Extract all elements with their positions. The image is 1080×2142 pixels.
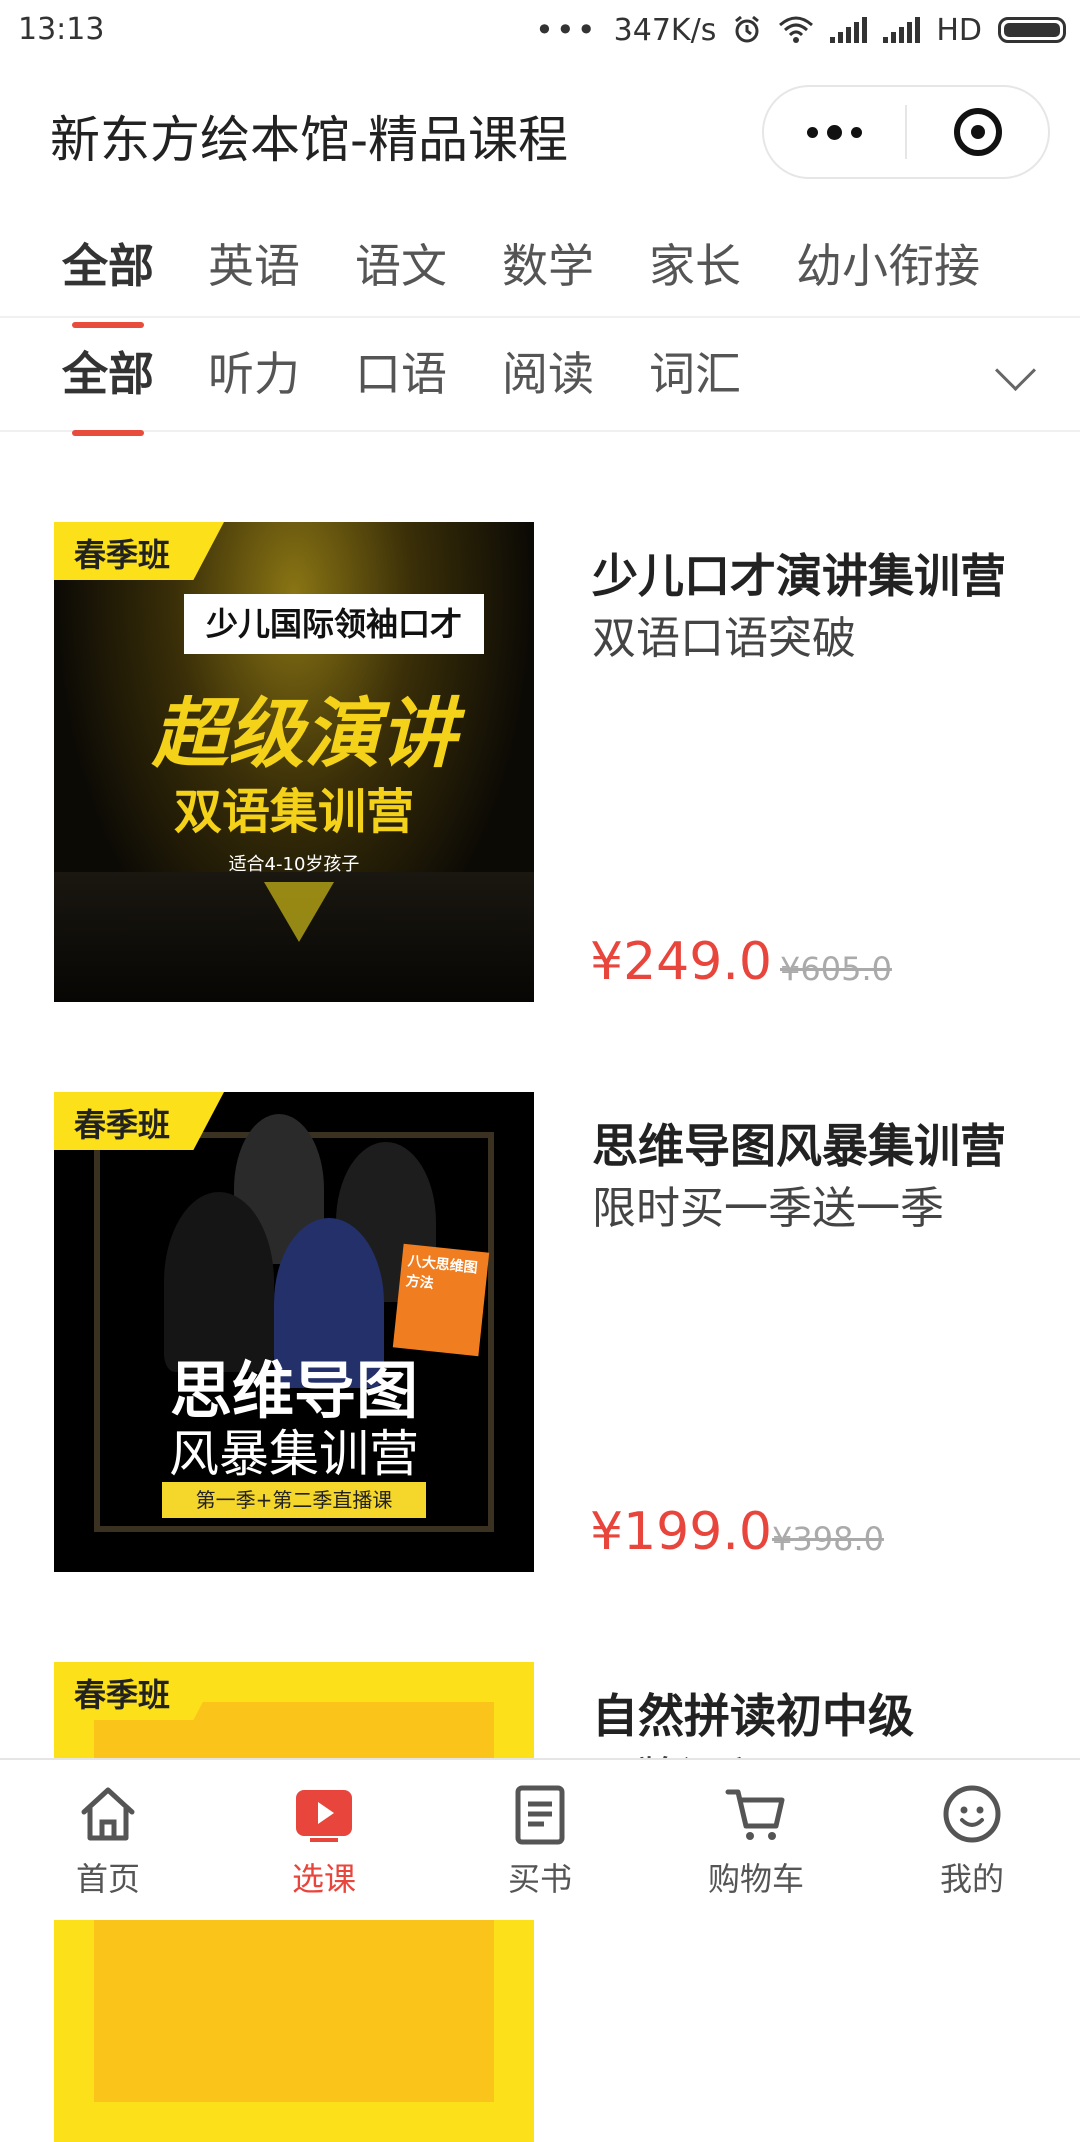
battery-icon — [998, 17, 1066, 43]
nav-home[interactable]: 首页 — [0, 1760, 216, 1920]
thumb-strip: 第一季+第二季直播课 — [162, 1482, 426, 1518]
bottom-tab-bar: 首页 选课 买书 购物车 我的 — [0, 1758, 1080, 1920]
thumb-strip-text: 第一季+第二季直播课 — [195, 1488, 393, 1512]
wifi-icon — [779, 16, 814, 43]
mini-program-header: 新东方绘本馆-精品课程 — [0, 62, 1080, 202]
subtab-reading[interactable]: 阅读 — [502, 338, 594, 404]
status-icons: ••• 347K/s HD — [535, 10, 1066, 50]
original-price: ¥605.0 — [780, 950, 892, 988]
chevron-down-icon[interactable] — [994, 349, 1037, 392]
season-badge: 春季班 — [54, 522, 224, 580]
book-icon — [515, 1785, 565, 1845]
tab-label: 词汇 — [649, 347, 741, 401]
tab-label: 幼小衔接 — [796, 239, 980, 293]
page-title: 新东方绘本馆-精品课程 — [50, 111, 569, 169]
thumb-subhead: 双语集训营 — [173, 784, 414, 840]
primary-category-tabs: 全部 英语 语文 数学 家长 幼小衔接 — [0, 210, 1080, 328]
course-title: 少儿口才演讲集训营 — [592, 549, 1006, 603]
tab-english[interactable]: 英语 — [208, 230, 300, 296]
nav-cart[interactable]: 购物车 — [648, 1760, 864, 1920]
tab-label: 数学 — [502, 239, 594, 293]
course-thumbnail: 八大思维图方法 思维导图 风暴集训营 第一季+第二季直播课 春季班 — [54, 1092, 534, 1572]
original-price: ¥398.0 — [772, 1520, 884, 1558]
status-bar: 13:13 ••• 347K/s HD — [0, 0, 1080, 62]
close-button[interactable] — [907, 87, 1048, 177]
badge-label: 春季班 — [74, 1106, 171, 1144]
target-icon — [953, 108, 1002, 156]
course-subtitle: 限时买一季送一季 — [592, 1183, 944, 1234]
tab-kindergarten-transition[interactable]: 幼小衔接 — [796, 230, 980, 296]
course-title: 思维导图风暴集训营 — [592, 1119, 1006, 1173]
triangle-graphic — [264, 882, 334, 942]
signal-icon — [830, 17, 868, 43]
hd-label: HD — [936, 12, 982, 48]
subtab-vocabulary[interactable]: 词汇 — [649, 338, 741, 404]
play-icon — [296, 1790, 352, 1842]
status-dots: ••• — [535, 11, 598, 49]
active-tab-indicator — [72, 430, 144, 436]
more-button[interactable] — [764, 87, 905, 177]
tab-all[interactable]: 全部 — [62, 230, 154, 328]
tab-label: 语文 — [355, 239, 447, 293]
course-card[interactable]: 八大思维图方法 思维导图 风暴集训营 第一季+第二季直播课 春季班 思维导图风暴… — [0, 1092, 1080, 1572]
course-title: 自然拼读初中级 — [592, 1689, 914, 1743]
course-subtitle: 双语口语突破 — [592, 613, 856, 664]
smiley-icon — [943, 1785, 1001, 1843]
course-card[interactable]: 少儿国际领袖口才 超级演讲 双语集训营 适合4-10岁孩子 春季班 少儿口才演讲… — [0, 522, 1080, 1002]
nav-label: 我的 — [939, 1860, 1004, 1898]
capsule-menu — [762, 85, 1050, 179]
cart-icon — [725, 1789, 785, 1840]
thumb-subhead: 风暴集训营 — [169, 1425, 419, 1483]
nav-profile[interactable]: 我的 — [864, 1760, 1080, 1920]
more-dots-icon — [807, 124, 862, 140]
thumb-banner: 少儿国际领袖口才 — [184, 594, 484, 654]
nav-label: 选课 — [291, 1860, 356, 1898]
tab-label: 家长 — [649, 239, 741, 293]
network-speed: 347K/s — [613, 12, 717, 48]
subtab-speaking[interactable]: 口语 — [355, 338, 447, 404]
thumb-headline: 超级演讲 — [152, 689, 456, 778]
tab-math[interactable]: 数学 — [502, 230, 594, 296]
subtab-listening[interactable]: 听力 — [208, 338, 300, 404]
alarm-icon — [735, 15, 760, 43]
course-price: ¥199.0 — [590, 1502, 772, 1562]
tab-chinese[interactable]: 语文 — [355, 230, 447, 296]
nav-label: 购物车 — [707, 1860, 804, 1898]
badge-label: 春季班 — [74, 536, 171, 574]
tab-label: 阅读 — [502, 347, 594, 401]
tab-label: 英语 — [208, 239, 300, 293]
course-price: ¥249.0 — [590, 932, 772, 992]
nav-label: 买书 — [507, 1860, 572, 1898]
tab-label: 听力 — [208, 347, 300, 401]
thumb-banner-text: 少儿国际领袖口才 — [205, 605, 462, 643]
secondary-category-tabs: 全部 听力 口语 阅读 词汇 — [0, 318, 1080, 436]
status-time: 13:13 — [18, 12, 105, 47]
nav-courses[interactable]: 选课 — [216, 1760, 432, 1920]
subtab-all[interactable]: 全部 — [62, 338, 154, 436]
tab-label: 全部 — [62, 347, 154, 401]
badge-label: 春季班 — [74, 1676, 171, 1714]
signal-icon — [883, 17, 921, 43]
course-thumbnail: 少儿国际领袖口才 超级演讲 双语集训营 适合4-10岁孩子 春季班 — [54, 522, 534, 1002]
tab-label: 口语 — [355, 347, 447, 401]
nav-books[interactable]: 买书 — [432, 1760, 648, 1920]
book-title: 八大思维图方法 — [404, 1253, 479, 1293]
tab-parents[interactable]: 家长 — [649, 230, 741, 296]
tab-label: 全部 — [62, 239, 154, 293]
nav-label: 首页 — [75, 1860, 140, 1898]
home-icon — [81, 1787, 135, 1841]
thumb-caption: 适合4-10岁孩子 — [228, 854, 360, 875]
